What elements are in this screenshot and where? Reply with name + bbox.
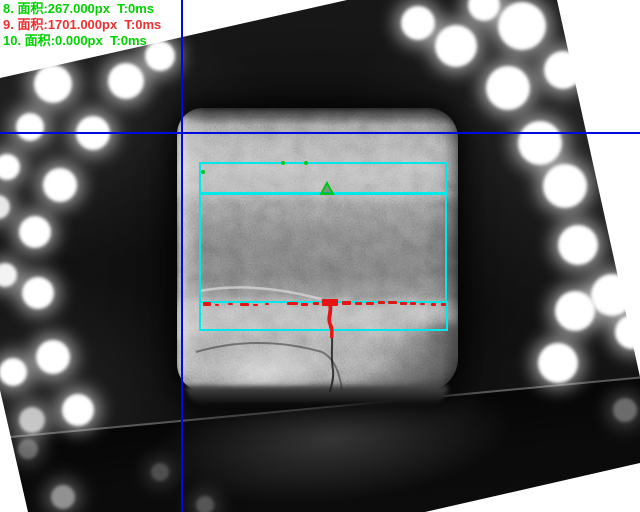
backlight-dot: [0, 358, 27, 386]
backlight-dot: [543, 164, 587, 208]
backlight-dot: [36, 340, 70, 374]
backlight-dot: [468, 0, 500, 21]
backlight-dot: [538, 343, 578, 383]
backlight-dot: [486, 66, 530, 110]
backlight-dot: [544, 51, 582, 89]
vision-viewport[interactable]: 8. 面积:267.000px T:0ms 9. 面积:1701.000px T…: [0, 0, 640, 512]
crosshair-horizontal-line: [0, 132, 640, 134]
inspected-part: [177, 108, 458, 392]
measurement-label-8: 8. 面积:267.000px T:0ms: [3, 1, 154, 16]
backlight-dot: [62, 394, 94, 426]
backlight-dot: [615, 315, 640, 349]
metal-grain-texture: [177, 108, 458, 392]
backlight-dot: [196, 496, 214, 512]
backlight-dot: [18, 439, 38, 459]
backlight-dot: [19, 407, 45, 433]
backlight-dot: [0, 195, 10, 219]
backlight-dot: [34, 65, 72, 103]
backlight-dot: [0, 263, 17, 287]
backlight-dot: [151, 463, 169, 481]
backlight-dot: [145, 41, 175, 71]
backlight-dot: [555, 291, 595, 331]
backlight-dot: [0, 154, 20, 180]
backlight-dot: [51, 485, 75, 509]
backlight-dot: [558, 225, 598, 265]
part-shadow-foot: [186, 386, 448, 404]
backlight-dot: [498, 2, 546, 50]
backlight-dot: [16, 113, 44, 141]
backlight-dot: [19, 216, 51, 248]
backlight-dot: [108, 63, 144, 99]
backlight-dot: [435, 25, 477, 67]
backlight-dot: [43, 168, 77, 202]
backlight-dot: [591, 274, 633, 316]
camera-image: [0, 0, 640, 512]
backlight-dot: [613, 398, 637, 422]
crosshair-vertical-line: [181, 0, 183, 512]
backlight-dot: [401, 6, 435, 40]
backlight-dot: [22, 277, 54, 309]
measurement-label-10: 10. 面积:0.000px T:0ms: [3, 33, 147, 48]
measurement-label-9: 9. 面积:1701.000px T:0ms: [3, 17, 161, 32]
backlight-dot: [518, 121, 562, 165]
